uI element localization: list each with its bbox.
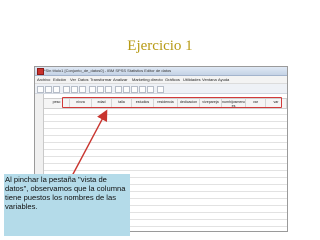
callout-box: Al pinchar la pestaña "vista de datos", …	[4, 174, 130, 236]
callout-text: Al pinchar la pestaña "vista de datos", …	[5, 175, 126, 211]
